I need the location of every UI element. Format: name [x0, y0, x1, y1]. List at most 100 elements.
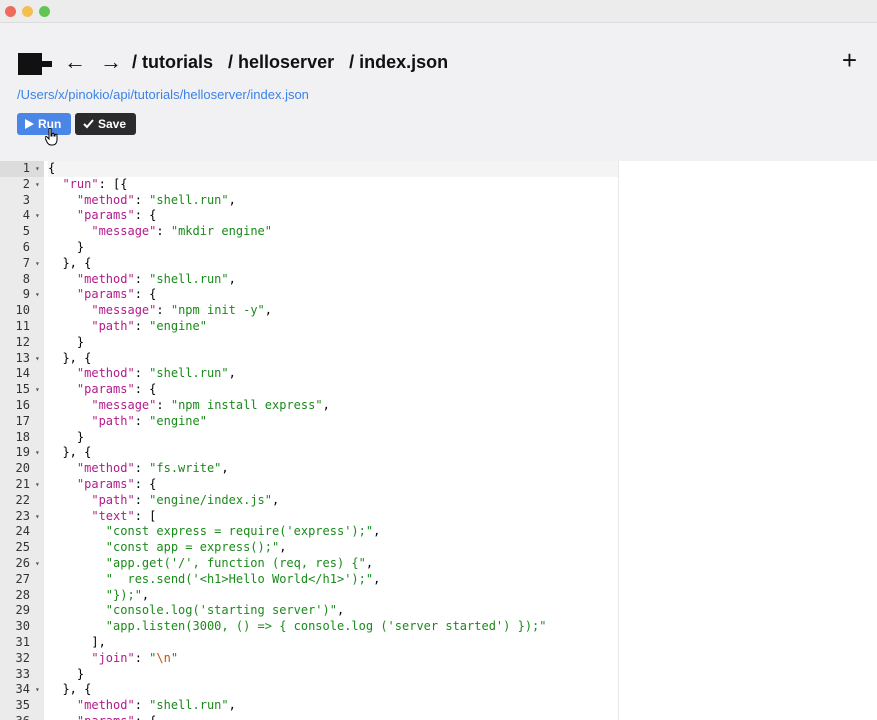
code-line[interactable]: 31 ],	[0, 635, 877, 651]
code-line[interactable]: 16 "message": "npm install express",	[0, 398, 877, 414]
code-line[interactable]: 27 " res.send('<h1>Hello World</h1>');",	[0, 572, 877, 588]
fold-toggle-icon[interactable]: ▾	[35, 477, 40, 493]
code-line[interactable]: 25 "const app = express();",	[0, 540, 877, 556]
code-line[interactable]: 4 ▾ "params": {	[0, 208, 877, 224]
line-number: 3	[22, 192, 30, 207]
json-key: "text"	[91, 508, 135, 523]
code-line[interactable]: 20 "method": "fs.write",	[0, 461, 877, 477]
json-punctuation: : {	[134, 382, 157, 397]
code-line[interactable]: 6 }	[0, 240, 877, 256]
code-line[interactable]: 21 ▾ "params": {	[0, 477, 877, 493]
code-line[interactable]: 9 ▾ "params": {	[0, 287, 877, 303]
line-number: 8	[22, 271, 30, 286]
code-line[interactable]: 10 "message": "npm init -y",	[0, 303, 877, 319]
line-number: 10	[15, 303, 30, 318]
code-line[interactable]: 12 }	[0, 335, 877, 351]
json-key: "params"	[77, 714, 135, 720]
code-line[interactable]: 17 "path": "engine"	[0, 414, 877, 430]
code-line[interactable]: 1 ▾{	[0, 161, 877, 177]
breadcrumb-tutorials[interactable]: / tutorials	[132, 52, 213, 72]
code-line[interactable]: 3 "method": "shell.run",	[0, 193, 877, 209]
json-punctuation	[48, 477, 77, 491]
code-line[interactable]: 11 "path": "engine"	[0, 319, 877, 335]
fold-toggle-icon[interactable]: ▾	[35, 382, 40, 398]
code-line[interactable]: 8 "method": "shell.run",	[0, 272, 877, 288]
json-punctuation: : {	[134, 287, 157, 302]
code-line[interactable]: 35 "method": "shell.run",	[0, 698, 877, 714]
fold-toggle-icon[interactable]: ▾	[35, 161, 40, 177]
json-punctuation	[48, 208, 77, 222]
fold-toggle-icon[interactable]: ▾	[35, 287, 40, 303]
close-window-button[interactable]	[5, 6, 16, 17]
json-string: "mkdir engine"	[170, 224, 272, 239]
json-string: "	[170, 650, 179, 665]
code-line[interactable]: 19 ▾ }, {	[0, 445, 877, 461]
plus-icon[interactable]: +	[842, 47, 857, 73]
code-line[interactable]: 36▾ "params": {	[0, 714, 877, 720]
maximize-window-button[interactable]	[39, 6, 50, 17]
json-punctuation: :	[134, 413, 150, 428]
fold-toggle-icon[interactable]: ▾	[35, 556, 40, 572]
json-punctuation	[48, 303, 91, 317]
code-line[interactable]: 14 "method": "shell.run",	[0, 366, 877, 382]
code-line[interactable]: 2 ▾ "run": [{	[0, 177, 877, 193]
code-line[interactable]: 7 ▾ }, {	[0, 256, 877, 272]
pinokio-logo-icon[interactable]	[18, 53, 52, 75]
breadcrumb-helloserver[interactable]: / helloserver	[228, 52, 334, 72]
code-text: "method": "shell.run",	[48, 193, 618, 209]
line-number: 14	[15, 366, 30, 381]
fold-toggle-icon[interactable]: ▾	[35, 177, 40, 193]
code-line[interactable]: 32 "join": "\n"	[0, 651, 877, 667]
header: ← → / tutorials / helloserver / index.js…	[0, 23, 877, 161]
json-punctuation: {	[48, 161, 56, 175]
json-punctuation: }	[48, 666, 85, 681]
code-line[interactable]: 23 ▾ "text": [	[0, 509, 877, 525]
code-line[interactable]: 15 ▾ "params": {	[0, 382, 877, 398]
line-number: 18	[15, 429, 30, 444]
json-punctuation	[48, 414, 91, 428]
code-text: "method": "shell.run",	[48, 698, 618, 714]
run-button[interactable]: Run	[17, 113, 71, 135]
code-line[interactable]: 30 "app.listen(3000, () => { console.log…	[0, 619, 877, 635]
fold-toggle-icon[interactable]: ▾	[35, 682, 40, 698]
fold-toggle-icon[interactable]: ▾	[35, 445, 40, 461]
fold-toggle-icon[interactable]: ▾	[35, 256, 40, 272]
line-number: 31	[15, 635, 30, 649]
json-string: "npm init -y"	[170, 303, 265, 318]
code-text: }, {	[48, 351, 618, 367]
code-editor[interactable]: 1 ▾{2 ▾ "run": [{3 "method": "shell.run", 4…	[0, 161, 877, 720]
code-text: }	[48, 240, 618, 256]
code-text: "path": "engine"	[48, 414, 618, 430]
json-punctuation: ],	[48, 635, 106, 649]
code-line[interactable]: 24 "const express = require('express');"…	[0, 524, 877, 540]
save-button[interactable]: Save	[75, 113, 136, 135]
code-line[interactable]: 5 "message": "mkdir engine"	[0, 224, 877, 240]
minimize-window-button[interactable]	[22, 6, 33, 17]
code-line[interactable]: 34 ▾ }, {	[0, 682, 877, 698]
line-number: 28	[15, 587, 30, 602]
json-string: "engine/index.js"	[149, 492, 272, 507]
code-text: }	[48, 335, 618, 351]
save-button-label: Save	[98, 117, 127, 131]
code-line[interactable]: 26 ▾ "app.get('/', function (req, res) {"…	[0, 556, 877, 572]
file-path-link[interactable]: /Users/x/pinokio/api/tutorials/helloserv…	[17, 87, 309, 102]
forward-arrow-icon[interactable]: →	[100, 50, 122, 74]
back-arrow-icon[interactable]: ←	[64, 50, 86, 74]
code-line[interactable]: 28 "});",	[0, 588, 877, 604]
json-string: "app.listen(3000, () => { console.log ('…	[105, 619, 547, 634]
code-line[interactable]: 18 }	[0, 430, 877, 446]
code-line[interactable]: 29 "console.log('starting server')",	[0, 603, 877, 619]
breadcrumb-index-json[interactable]: / index.json	[349, 52, 448, 72]
fold-toggle-icon[interactable]: ▾	[35, 714, 40, 720]
fold-toggle-icon[interactable]: ▾	[35, 208, 40, 224]
json-string: "shell.run"	[149, 271, 229, 286]
code-line[interactable]: 33 }	[0, 667, 877, 683]
json-punctuation: : {	[134, 208, 157, 223]
fold-toggle-icon[interactable]: ▾	[35, 351, 40, 367]
code-text: "method": "shell.run",	[48, 366, 618, 382]
json-punctuation	[48, 272, 77, 286]
code-text: "const express = require('express');",	[48, 524, 618, 540]
fold-toggle-icon[interactable]: ▾	[35, 509, 40, 525]
code-line[interactable]: 22 "path": "engine/index.js",	[0, 493, 877, 509]
code-line[interactable]: 13 ▾ }, {	[0, 351, 877, 367]
